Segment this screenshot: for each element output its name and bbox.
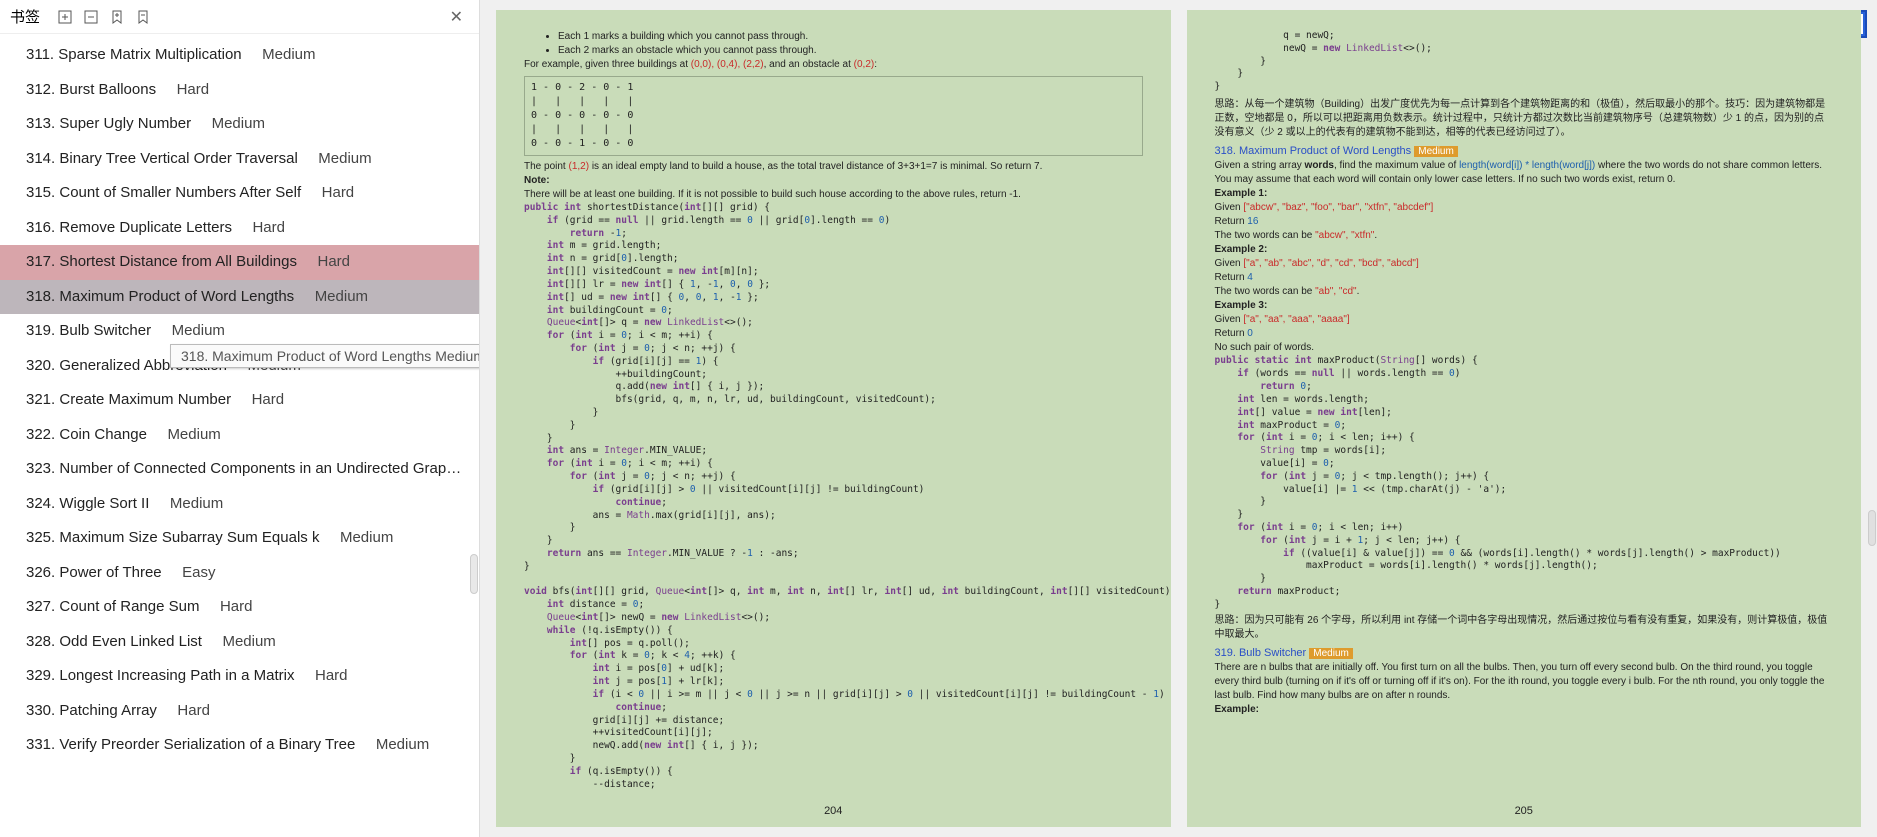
bookmark-item-327[interactable]: 327. Count of Range Sum Hard bbox=[0, 590, 479, 625]
ex3-return: Return 0 bbox=[1215, 327, 1834, 341]
bookmark-item-329[interactable]: 329. Longest Increasing Path in a Matrix… bbox=[0, 659, 479, 694]
close-icon[interactable]: ✕ bbox=[444, 7, 469, 27]
viewer-scrollbar[interactable] bbox=[1868, 510, 1876, 546]
section-319-title: 319. Bulb Switcher Medium bbox=[1215, 646, 1834, 661]
bullet-1: Each 1 marks a building which you cannot… bbox=[558, 30, 1143, 44]
bookmark-item-316[interactable]: 316. Remove Duplicate Letters Hard bbox=[0, 211, 479, 246]
ex3-given: Given ["a", "aa", "aaa", "aaaa"] bbox=[1215, 313, 1834, 327]
bookmark-item-328[interactable]: 328. Odd Even Linked List Medium bbox=[0, 625, 479, 660]
bookmark-item-312[interactable]: 312. Burst Balloons Hard bbox=[0, 73, 479, 108]
example-text: For example, given three buildings at (0… bbox=[524, 58, 1143, 72]
bookmark-item-324[interactable]: 324. Wiggle Sort II Medium bbox=[0, 487, 479, 522]
code-318: public static int maxProduct(String[] wo… bbox=[1215, 355, 1834, 611]
page-number-right: 205 bbox=[1187, 804, 1862, 819]
document-viewer: Each 1 marks a building which you cannot… bbox=[480, 0, 1877, 837]
bookmark-sidebar: 书签 ✕ 311. Sparse Matrix Multiplication M… bbox=[0, 0, 480, 837]
bookmark-item-313[interactable]: 313. Super Ugly Number Medium bbox=[0, 107, 479, 142]
page-right: q = newQ; newQ = new LinkedList<>(); } }… bbox=[1187, 10, 1862, 827]
ex2-words: The two words can be "ab", "cd". bbox=[1215, 285, 1834, 299]
bookmark-item-330[interactable]: 330. Patching Array Hard bbox=[0, 694, 479, 729]
ex1-return: Return 16 bbox=[1215, 215, 1834, 229]
section-318-title: 318. Maximum Product of Word Lengths Med… bbox=[1215, 144, 1834, 159]
bookmark-tooltip: 318. Maximum Product of Word Lengths Med… bbox=[170, 344, 479, 368]
bookmark-add-icon[interactable] bbox=[108, 8, 126, 26]
expand-icon[interactable] bbox=[56, 8, 74, 26]
bookmark-remove-icon[interactable] bbox=[134, 8, 152, 26]
bookmark-item-314[interactable]: 314. Binary Tree Vertical Order Traversa… bbox=[0, 142, 479, 177]
sidebar-header: 书签 ✕ bbox=[0, 0, 479, 34]
bookmark-item-325[interactable]: 325. Maximum Size Subarray Sum Equals k … bbox=[0, 521, 479, 556]
code-top-right: q = newQ; newQ = new LinkedList<>(); } }… bbox=[1215, 30, 1834, 94]
example-1-label: Example 1: bbox=[1215, 188, 1268, 199]
badge-medium-319: Medium bbox=[1309, 648, 1353, 659]
ex1-words: The two words can be "abcw", "xtfn". bbox=[1215, 229, 1834, 243]
example-3-label: Example 3: bbox=[1215, 300, 1268, 311]
bookmark-list[interactable]: 311. Sparse Matrix Multiplication Medium… bbox=[0, 34, 479, 837]
sidebar-title: 书签 bbox=[10, 6, 40, 27]
ex2-return: Return 4 bbox=[1215, 271, 1834, 285]
analysis-317: 思路：从每一个建筑物（Building）出发广度优先为每一点计算到各个建筑物距离… bbox=[1215, 98, 1834, 140]
desc-319: There are n bulbs that are initially off… bbox=[1215, 661, 1834, 703]
bookmark-item-317[interactable]: 317. Shortest Distance from All Building… bbox=[0, 245, 479, 280]
bookmark-item-311[interactable]: 311. Sparse Matrix Multiplication Medium bbox=[0, 38, 479, 73]
bookmark-item-322[interactable]: 322. Coin Change Medium bbox=[0, 418, 479, 453]
note-text: There will be at least one building. If … bbox=[524, 188, 1143, 202]
bookmark-item-318[interactable]: 318. Maximum Product of Word Lengths Med… bbox=[0, 280, 479, 315]
example-label-319: Example: bbox=[1215, 704, 1259, 715]
scrollbar-handle[interactable] bbox=[470, 554, 478, 594]
bookmark-item-331[interactable]: 331. Verify Preorder Serialization of a … bbox=[0, 728, 479, 763]
bookmark-item-315[interactable]: 315. Count of Smaller Numbers After Self… bbox=[0, 176, 479, 211]
example-2-label: Example 2: bbox=[1215, 244, 1268, 255]
page-number-left: 204 bbox=[496, 804, 1171, 819]
bookmark-item-323[interactable]: 323. Number of Connected Components in a… bbox=[0, 452, 479, 487]
collapse-icon[interactable] bbox=[82, 8, 100, 26]
grid-diagram: 1 - 0 - 2 - 0 - 1 | | | | | 0 - 0 - 0 - … bbox=[524, 76, 1143, 156]
ex2-given: Given ["a", "ab", "abc", "d", "cd", "bcd… bbox=[1215, 257, 1834, 271]
code-block-left: public int shortestDistance(int[][] grid… bbox=[524, 202, 1143, 791]
page-left: Each 1 marks a building which you cannot… bbox=[496, 10, 1171, 827]
bookmark-item-326[interactable]: 326. Power of Three Easy bbox=[0, 556, 479, 591]
bookmark-item-321[interactable]: 321. Create Maximum Number Hard bbox=[0, 383, 479, 418]
desc-318: Given a string array words, find the max… bbox=[1215, 159, 1834, 187]
bullet-2: Each 2 marks an obstacle which you canno… bbox=[558, 44, 1143, 58]
ex1-given: Given ["abcw", "baz", "foo", "bar", "xtf… bbox=[1215, 201, 1834, 215]
point-text: The point (1,2) is an ideal empty land t… bbox=[524, 160, 1143, 174]
note-label: Note: bbox=[524, 175, 550, 186]
analysis-318: 思路：因为只可能有 26 个字母，所以利用 int 存储一个词中各字母出现情况，… bbox=[1215, 614, 1834, 642]
badge-medium: Medium bbox=[1414, 146, 1458, 157]
ex3-words: No such pair of words. bbox=[1215, 341, 1834, 355]
